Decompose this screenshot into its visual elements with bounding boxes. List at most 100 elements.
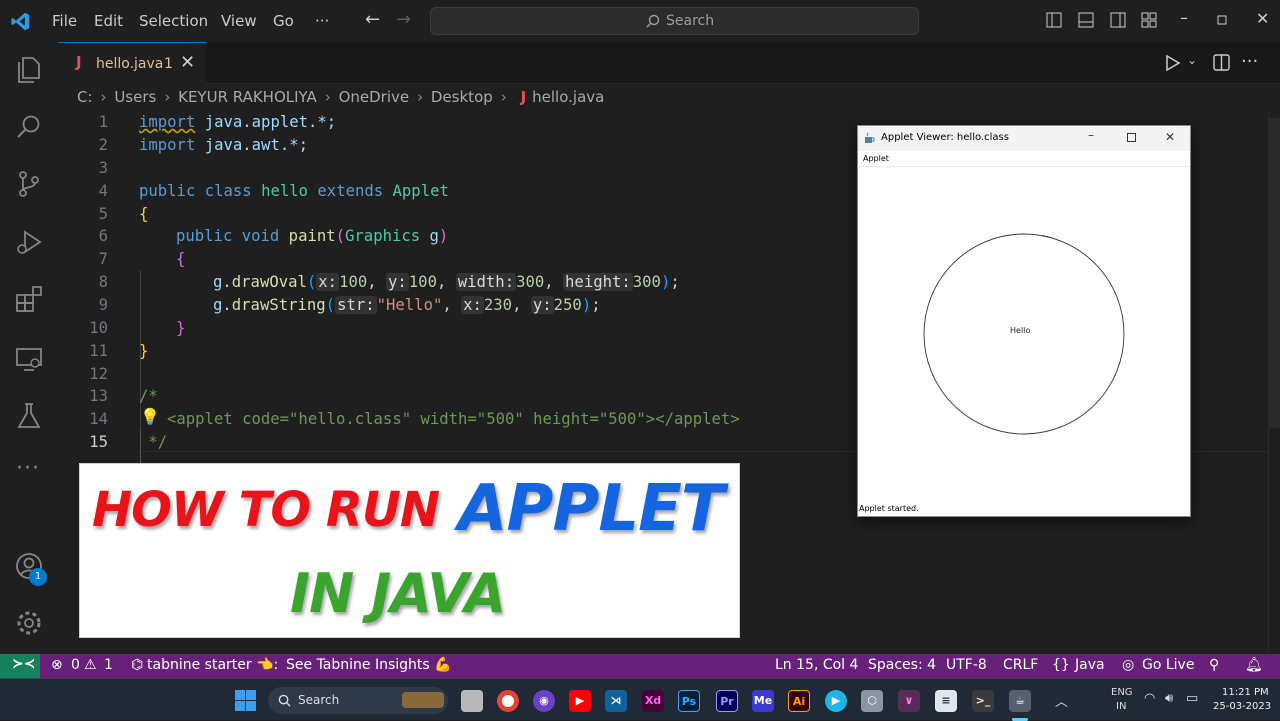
remote-explorer-icon[interactable] xyxy=(14,344,44,374)
java-applet-taskbar-icon[interactable]: ☕︎ xyxy=(1009,690,1031,712)
applet-minimize-icon[interactable]: – xyxy=(1088,128,1094,142)
title-bar: File Edit Selection View Go ··· ← → Sear… xyxy=(0,0,1280,42)
editor-more-actions-icon[interactable]: ··· xyxy=(1241,51,1258,72)
applet-title-bar[interactable]: Applet Viewer: hello.class – ✕ xyxy=(858,126,1190,151)
warning-icon: ⚠ xyxy=(84,657,97,673)
menu-edit[interactable]: Edit xyxy=(94,12,123,30)
language-indicator[interactable]: ENG xyxy=(1111,687,1133,698)
scrollbar-thumb[interactable] xyxy=(1269,118,1280,428)
explorer-icon[interactable] xyxy=(14,54,44,84)
inlay-hint: x: xyxy=(461,296,484,314)
applet-menu[interactable]: Applet xyxy=(863,154,889,163)
breadcrumb-item[interactable]: Desktop xyxy=(431,88,493,106)
media-encoder-icon[interactable]: Me xyxy=(752,690,774,712)
broadcast-icon: ◎ xyxy=(1122,657,1135,673)
line-number: 9 xyxy=(98,296,108,314)
extensions-icon[interactable] xyxy=(14,284,44,314)
split-editor-icon[interactable] xyxy=(1213,54,1230,71)
customize-layout-icon[interactable] xyxy=(1141,12,1157,28)
menu-view[interactable]: View xyxy=(221,12,257,30)
taskbar-search[interactable]: Search xyxy=(268,687,448,714)
windows-start-icon[interactable] xyxy=(235,690,256,711)
go-live-button[interactable]: Go Live xyxy=(1142,657,1194,673)
code-line: { xyxy=(176,250,186,268)
tab-bar: J hello.java 1 ✕ ⌄ ··· xyxy=(58,42,1280,84)
breadcrumb-item[interactable]: Users xyxy=(114,88,156,106)
terminal-icon[interactable]: >_ xyxy=(972,690,994,712)
line-number: 4 xyxy=(98,182,108,200)
applet-maximize-icon[interactable] xyxy=(1127,133,1136,142)
run-java-icon[interactable] xyxy=(1165,54,1181,72)
close-tab-icon[interactable]: ✕ xyxy=(180,52,195,73)
warning-count[interactable]: 1 xyxy=(104,657,113,673)
indentation[interactable]: Spaces: 4 xyxy=(868,657,936,673)
line-number: 6 xyxy=(98,227,108,245)
back-arrow-icon[interactable]: ← xyxy=(365,9,380,30)
clock-time[interactable]: 11:21 PM xyxy=(1222,687,1269,698)
line-number: 7 xyxy=(98,250,108,268)
tab-hello-java[interactable]: J hello.java 1 ✕ xyxy=(58,42,206,84)
toggle-secondary-sidebar-icon[interactable] xyxy=(1110,12,1126,28)
menu-more[interactable]: ··· xyxy=(315,12,329,30)
illustrator-icon[interactable]: Ai xyxy=(788,690,810,712)
breadcrumb-item[interactable]: KEYUR RAKHOLIYA xyxy=(178,88,317,106)
code-line: g.drawOval(x: 100, y: 100, width: 300, heig… xyxy=(213,273,680,291)
tabnine-icon: ⌬ xyxy=(131,657,144,673)
task-view-icon[interactable] xyxy=(461,690,483,712)
vscode-taskbar-icon[interactable]: ⋊ xyxy=(605,690,627,712)
command-center-search[interactable]: Search xyxy=(430,7,919,35)
breadcrumb-item[interactable]: C: xyxy=(77,88,93,106)
run-dropdown-chevron-icon[interactable]: ⌄ xyxy=(1187,53,1197,67)
media-player-icon[interactable]: ▶ xyxy=(825,690,847,712)
volume-icon[interactable]: 🔊︎ xyxy=(1165,691,1173,706)
github-desktop-icon[interactable]: ◉ xyxy=(533,690,555,712)
battery-icon[interactable]: ▭ xyxy=(1186,691,1198,706)
breadcrumb-item[interactable]: OneDrive xyxy=(339,88,410,106)
youtube-icon[interactable]: ▶ xyxy=(569,690,591,712)
restore-icon[interactable] xyxy=(1217,15,1227,25)
language-mode[interactable]: Java xyxy=(1075,657,1105,673)
manage-gear-icon[interactable] xyxy=(14,608,44,638)
testing-icon[interactable] xyxy=(14,401,44,431)
applet-close-icon[interactable]: ✕ xyxy=(1165,130,1175,144)
code-line: public class hello extends Applet xyxy=(139,182,449,200)
line-number: 14 xyxy=(89,410,108,428)
run-debug-icon[interactable] xyxy=(14,227,44,257)
cursor-position[interactable]: Ln 15, Col 4 xyxy=(775,657,858,673)
close-window-icon[interactable]: ✕ xyxy=(1256,9,1269,28)
more-views-icon[interactable]: ··· xyxy=(16,456,40,481)
remote-indicator[interactable]: ≻≺ xyxy=(0,654,40,678)
minimize-icon[interactable]: – xyxy=(1180,8,1188,27)
search-view-icon[interactable] xyxy=(14,112,44,142)
applet-viewer-window[interactable]: Applet Viewer: hello.class – ✕ Applet He… xyxy=(857,125,1191,517)
applet-status: Applet started. xyxy=(859,504,919,513)
inlay-hint: height: xyxy=(563,273,633,291)
menu-go[interactable]: Go xyxy=(273,12,294,30)
lightbulb-icon[interactable]: 💡 xyxy=(140,407,160,426)
tabnine-status[interactable]: tabnine starter 👈: xyxy=(147,657,278,673)
source-control-icon[interactable] xyxy=(14,169,44,199)
photoshop-icon[interactable]: Ps xyxy=(678,690,700,712)
premiere-icon[interactable]: Pr xyxy=(716,690,738,712)
forward-arrow-icon[interactable]: → xyxy=(396,9,411,30)
notepad-icon[interactable]: ≡ xyxy=(935,690,957,712)
tabnine-insights[interactable]: See Tabnine Insights 💪 xyxy=(286,657,452,673)
show-hidden-icons-chevron[interactable]: ︿ xyxy=(1055,691,1068,710)
3d-viewer-icon[interactable]: ⬡ xyxy=(861,690,883,712)
toggle-panel-icon[interactable] xyxy=(1078,12,1094,28)
toggle-primary-sidebar-icon[interactable] xyxy=(1046,12,1062,28)
error-count[interactable]: 0 xyxy=(71,657,80,673)
notifications-bell-icon[interactable]: 🔔︎ xyxy=(1245,657,1263,673)
feedback-icon[interactable]: ⚲ xyxy=(1209,657,1219,673)
banner-line-3: IN JAVA xyxy=(290,562,506,625)
menu-selection[interactable]: Selection xyxy=(139,12,208,30)
encoding[interactable]: UTF-8 xyxy=(946,657,987,673)
chrome-icon[interactable] xyxy=(497,690,519,712)
breadcrumb-item[interactable]: hello.java xyxy=(532,88,604,106)
menu-file[interactable]: File xyxy=(52,12,77,30)
wifi-icon[interactable]: ◠ xyxy=(1144,691,1155,706)
adobe-xd-icon[interactable]: Xd xyxy=(642,690,664,712)
line-ending[interactable]: CRLF xyxy=(1003,657,1038,673)
vscode-insiders-icon[interactable]: ∨ xyxy=(898,690,920,712)
editor-scrollbar[interactable] xyxy=(1268,110,1280,654)
